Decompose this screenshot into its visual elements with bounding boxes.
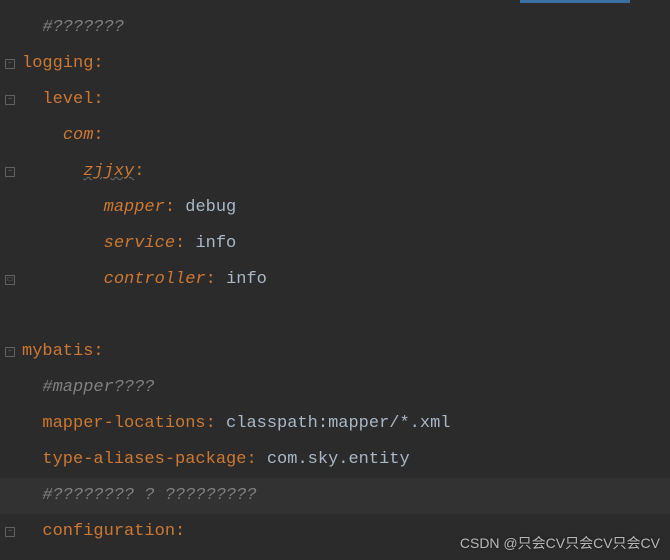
code-content: #??????? <box>20 10 124 46</box>
code-content: mapper: debug <box>20 190 236 226</box>
code-line[interactable]: − level: <box>0 82 670 118</box>
fold-minus-icon[interactable]: − <box>5 347 15 357</box>
gutter: − <box>0 527 20 537</box>
code-line[interactable]: type-aliases-package: com.sky.entity <box>0 442 670 478</box>
gutter: ▭ <box>0 275 20 285</box>
code-line[interactable]: #??????? <box>0 10 670 46</box>
code-line[interactable]: − zjjxy: <box>0 154 670 190</box>
code-content: service: info <box>20 226 236 262</box>
code-line[interactable]: mapper: debug <box>0 190 670 226</box>
code-content: mybatis: <box>20 334 104 370</box>
gutter: − <box>0 59 20 69</box>
code-content: com: <box>20 118 104 154</box>
code-line[interactable]: #mapper???? <box>0 370 670 406</box>
code-line[interactable]: ▭ controller: info <box>0 262 670 298</box>
code-editor[interactable]: #???????−logging:− level: com:− zjjxy: m… <box>0 0 670 560</box>
fold-minus-icon[interactable]: − <box>5 59 15 69</box>
code-content <box>20 298 32 334</box>
fold-minus-icon[interactable]: − <box>5 167 15 177</box>
gutter: − <box>0 95 20 105</box>
gutter: − <box>0 167 20 177</box>
fold-minus-icon[interactable]: − <box>5 95 15 105</box>
fold-close-icon[interactable]: ▭ <box>5 275 15 285</box>
code-line[interactable]: #???????? ? ????????? <box>0 478 670 514</box>
code-line[interactable]: mapper-locations: classpath:mapper/*.xml <box>0 406 670 442</box>
fold-minus-icon[interactable]: − <box>5 527 15 537</box>
code-content: #???????? ? ????????? <box>20 478 257 514</box>
code-line[interactable]: −mybatis: <box>0 334 670 370</box>
code-content: type-aliases-package: com.sky.entity <box>20 442 410 478</box>
top-indicator <box>520 0 630 3</box>
gutter: − <box>0 347 20 357</box>
watermark: CSDN @只会CV只会CV只会CV <box>460 533 660 553</box>
code-content: controller: info <box>20 262 267 298</box>
code-line[interactable]: com: <box>0 118 670 154</box>
code-line[interactable]: −logging: <box>0 46 670 82</box>
code-line[interactable] <box>0 298 670 334</box>
code-content: level: <box>20 82 104 118</box>
code-line[interactable]: service: info <box>0 226 670 262</box>
code-content: logging: <box>20 46 104 82</box>
code-content: mapper-locations: classpath:mapper/*.xml <box>20 406 450 442</box>
code-content: #mapper???? <box>20 370 155 406</box>
code-content: zjjxy: <box>20 154 144 190</box>
code-content: configuration: <box>20 514 185 550</box>
